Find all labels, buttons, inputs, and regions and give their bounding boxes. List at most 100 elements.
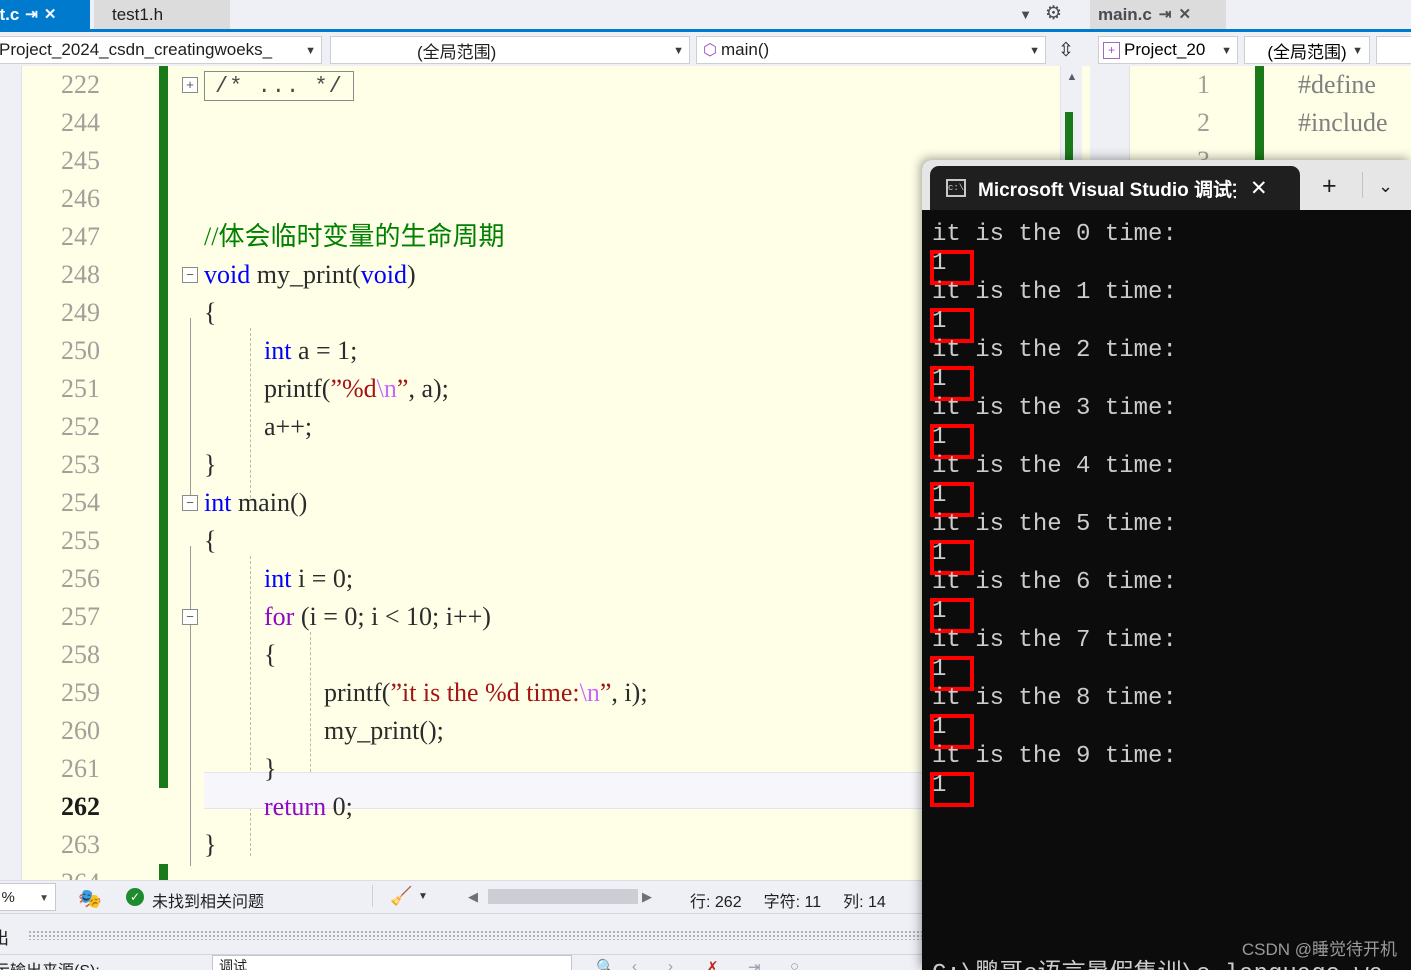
plus-icon[interactable]: + [1322, 174, 1337, 199]
console-line: it is the 4 time: [932, 452, 1411, 481]
collapsed-region[interactable]: /* ... */ [204, 71, 354, 101]
console-line: it is the 8 time: [932, 684, 1411, 713]
zoom-level-dropdown[interactable]: 7 % ▼ [0, 883, 56, 911]
collapse-icon[interactable]: − [182, 495, 198, 511]
horizontal-scrollbar-thumb[interactable] [488, 889, 638, 904]
console-line-highlighted: 1 [930, 307, 1411, 343]
right-code-editor[interactable]: 1#define2#include3 [1090, 66, 1411, 180]
char-indicator: 字符: 11 [763, 894, 822, 911]
line-number: 248 [61, 260, 100, 289]
console-title-bar[interactable]: c:\ Microsoft Visual Studio 调试扌 ✕ + ⌄ [922, 160, 1411, 210]
change-bar [159, 294, 168, 332]
right-code-line[interactable]: 1 #define [1090, 66, 1411, 104]
console-window[interactable]: c:\ Microsoft Visual Studio 调试扌 ✕ + ⌄ it… [922, 160, 1411, 970]
line-number: 246 [61, 184, 100, 213]
line-indicator: 行: 262 [690, 894, 742, 911]
tab-main-c[interactable]: main.c ⇥ ✕ [1090, 0, 1226, 29]
code-text: void my_print(void) [204, 260, 416, 289]
split-window-icon[interactable]: ⇳ [1052, 36, 1080, 64]
code-text: printf(”%d\n”, a); [264, 374, 449, 403]
console-line-text: 1 [932, 424, 947, 451]
code-line[interactable]: 244 [22, 104, 1090, 142]
tab-test-c[interactable]: st.c ⇥ ✕ [0, 0, 90, 29]
console-line: it is the 3 time: [932, 394, 1411, 423]
chevron-down-icon[interactable]: ▼ [418, 891, 428, 902]
console-line-text: it is the 7 time: [932, 627, 1177, 654]
project-dropdown[interactable]: Project_2024_csdn_creatingwoeks_ ▼ [0, 36, 322, 64]
line-number: 262 [61, 792, 100, 821]
console-line-highlighted: 1 [930, 539, 1411, 575]
right-scope-dropdown[interactable]: (全局范围) ▼ [1244, 36, 1370, 64]
line-number: 249 [61, 298, 100, 327]
title-separator [1362, 172, 1363, 198]
collapse-icon[interactable]: − [182, 609, 198, 625]
chevron-down-icon: ▼ [39, 893, 49, 904]
console-line-highlighted: 1 [930, 713, 1411, 749]
change-bar [159, 522, 168, 560]
line-number: 257 [61, 602, 100, 631]
gear-icon[interactable]: ⚙ [1045, 4, 1062, 23]
find-icon[interactable]: 🔍 [596, 958, 615, 970]
code-line[interactable]: 222 + /* ... */ [22, 66, 1090, 104]
change-bar [1255, 66, 1264, 104]
visual-studio-window: st.c ⇥ ✕ test1.h ▼ ⚙ Project_2024_csdn_c… [0, 0, 1411, 970]
triangle-left-icon[interactable]: ◀ [468, 889, 478, 905]
nav-back-icon[interactable]: ‹ [632, 958, 637, 970]
code-text: int a = 1; [264, 336, 358, 365]
cube-icon: ⬡ [703, 42, 717, 59]
line-number: 252 [61, 412, 100, 441]
console-line-text: 1 [932, 308, 947, 335]
pin-icon[interactable]: ⇥ [25, 7, 38, 22]
console-line: it is the 9 time: [932, 742, 1411, 771]
code-text: #define [1298, 70, 1376, 99]
collapse-icon[interactable]: − [182, 267, 198, 283]
line-number: 244 [61, 108, 100, 137]
expand-icon[interactable]: + [182, 77, 198, 93]
console-line-text: it is the 1 time: [932, 279, 1177, 306]
code-text: int main() [204, 488, 308, 517]
editor-tab-strip: st.c ⇥ ✕ test1.h ▼ ⚙ [0, 0, 1090, 29]
console-exe-path: C:\鹏哥c语言暑假集训\c-language-wa [932, 960, 1383, 970]
output-source-dropdown[interactable]: 调试 [212, 955, 572, 970]
console-tab[interactable]: c:\ Microsoft Visual Studio 调试扌 ✕ [930, 166, 1300, 210]
console-line-text: it is the 8 time: [932, 685, 1177, 712]
broom-icon[interactable]: 🧹 [390, 886, 412, 907]
close-icon[interactable]: ✕ [44, 7, 57, 22]
line-number: 245 [61, 146, 100, 175]
pin-icon[interactable]: ⇥ [1159, 7, 1172, 22]
close-icon[interactable]: ✕ [1250, 178, 1268, 199]
console-line: it is the 7 time: [932, 626, 1411, 655]
clear-all-icon[interactable]: ✗ [706, 958, 719, 970]
code-text: } [204, 450, 217, 479]
console-line-text: 1 [932, 598, 947, 625]
console-line-text: it is the 4 time: [932, 453, 1177, 480]
right-project-dropdown[interactable]: + Project_20 ▼ [1098, 36, 1238, 64]
tab-test1-h[interactable]: test1.h [94, 0, 230, 29]
right-member-dropdown[interactable] [1376, 36, 1411, 64]
console-line-highlighted: 1 [930, 249, 1411, 285]
console-line: it is the 2 time: [932, 336, 1411, 365]
function-dropdown[interactable]: ⬡ main() ▼ [696, 36, 1046, 64]
chevron-up-icon[interactable]: ▲ [1061, 68, 1083, 86]
close-icon[interactable]: ○ [790, 958, 799, 970]
change-bar [159, 446, 168, 484]
code-text: int i = 0; [264, 564, 354, 593]
line-number: 258 [61, 640, 100, 669]
chevron-down-icon[interactable]: ⌄ [1378, 177, 1393, 195]
console-line-text: 1 [932, 540, 947, 567]
code-text: { [204, 298, 217, 327]
right-navigation-bar: + Project_20 ▼ (全局范围) ▼ [1090, 29, 1411, 66]
chevron-down-icon: ▼ [673, 45, 684, 57]
chevron-down-icon: ▼ [1029, 45, 1040, 57]
close-icon[interactable]: ✕ [1178, 7, 1191, 22]
right-code-line[interactable]: 2 #include [1090, 104, 1411, 142]
triangle-right-icon[interactable]: ▶ [642, 889, 652, 905]
chevron-down-icon[interactable]: ▼ [1019, 7, 1032, 22]
pin-icon[interactable]: ⇥ [748, 958, 761, 970]
mask-icon[interactable]: 🎭 [78, 887, 102, 911]
project-dropdown-label: Project_2024_csdn_creatingwoeks_ [0, 40, 273, 59]
scope-dropdown[interactable]: (全局范围) ▼ [330, 36, 690, 64]
console-output[interactable]: it is the 0 time: 1 it is the 1 time: 1 it i… [922, 210, 1411, 970]
nav-forward-icon[interactable]: › [668, 958, 673, 970]
change-bar [159, 218, 168, 256]
